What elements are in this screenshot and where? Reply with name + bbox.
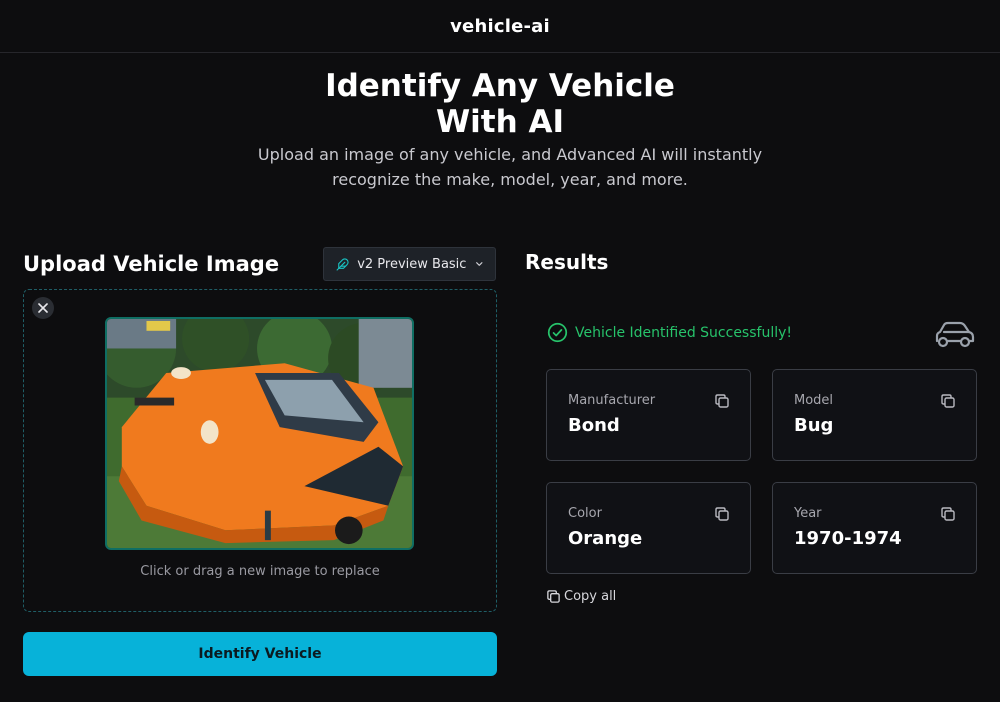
result-label: Manufacturer — [568, 393, 656, 408]
identification-status-text: Vehicle Identified Successfully! — [575, 324, 792, 341]
hero-title-line-1: Identify Any Vehicle — [325, 68, 675, 104]
copy-icon[interactable] — [714, 506, 730, 522]
result-card-year: Year 1970-1974 — [772, 482, 977, 574]
identification-status: Vehicle Identified Successfully! — [547, 322, 792, 343]
result-label: Model — [794, 393, 834, 408]
model-version-label: v2 Preview Basic — [357, 256, 467, 272]
hero-subtitle: Upload an image of any vehicle, and Adva… — [257, 145, 763, 189]
feather-icon — [336, 257, 349, 271]
result-label: Color — [568, 506, 602, 521]
hero-title: Identify Any Vehicle With AI — [0, 68, 1000, 140]
vehicle-image-preview — [105, 317, 414, 550]
check-circle-icon — [547, 322, 568, 343]
copy-all-label: Copy all — [564, 589, 617, 604]
car-icon — [935, 321, 975, 348]
copy-all-button[interactable]: Copy all — [546, 589, 616, 604]
copy-icon — [547, 590, 560, 603]
copy-icon[interactable] — [714, 393, 730, 409]
copy-icon[interactable] — [940, 506, 956, 522]
result-value: Bond — [568, 415, 620, 436]
result-label: Year — [794, 506, 822, 521]
replace-image-hint: Click or drag a new image to replace — [140, 564, 380, 579]
results-title: Results — [525, 250, 609, 274]
copy-icon[interactable] — [940, 393, 956, 409]
result-value: Orange — [568, 528, 643, 549]
image-dropzone[interactable]: Click or drag a new image to replace — [23, 289, 497, 612]
remove-image-button[interactable] — [32, 297, 54, 319]
chevron-down-icon — [476, 262, 483, 266]
upload-section-title: Upload Vehicle Image — [23, 252, 280, 276]
top-bar: vehicle-ai — [0, 0, 1000, 53]
vehicle-photo — [107, 319, 412, 548]
result-card-manufacturer: Manufacturer Bond — [546, 369, 751, 461]
result-card-model: Model Bug — [772, 369, 977, 461]
identify-vehicle-button[interactable]: Identify Vehicle — [23, 632, 497, 676]
result-value: Bug — [794, 415, 834, 436]
model-version-select[interactable]: v2 Preview Basic — [323, 247, 496, 281]
brand-logo[interactable]: vehicle-ai — [450, 16, 550, 37]
result-value: 1970-1974 — [794, 528, 902, 549]
result-card-color: Color Orange — [546, 482, 751, 574]
close-icon — [38, 303, 48, 313]
hero-title-line-2: With AI — [435, 104, 565, 140]
